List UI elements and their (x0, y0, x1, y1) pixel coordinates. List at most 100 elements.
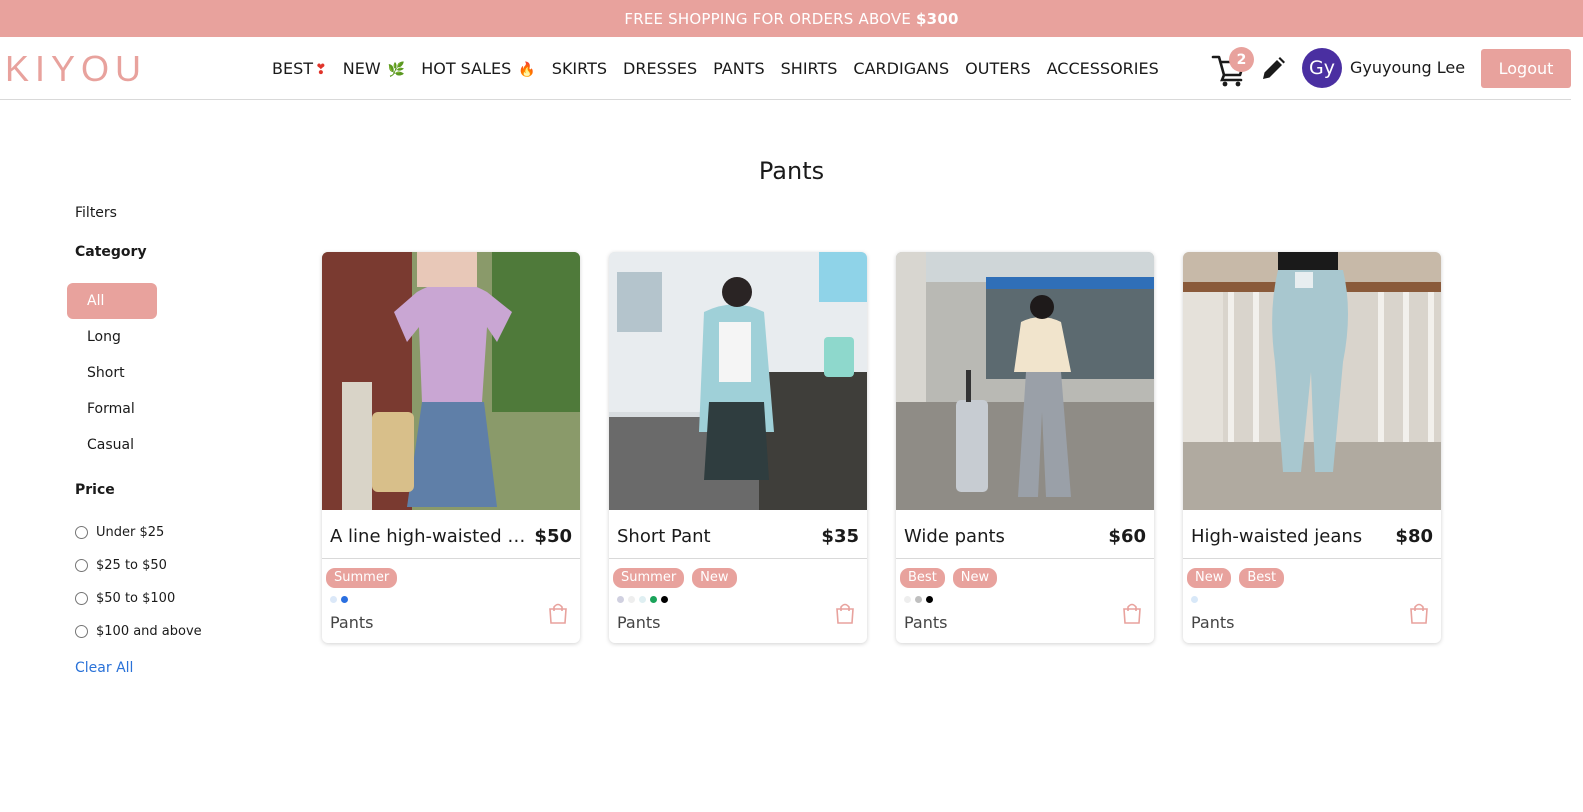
product-name[interactable]: High-waisted jeans (1191, 526, 1362, 547)
promo-banner-amount: $300 (916, 9, 959, 28)
product-category: Pants (617, 613, 661, 632)
product-price: $60 (1108, 525, 1146, 547)
product-title-row: A line high-waisted p... $50 (322, 514, 580, 559)
product-tag: Summer (326, 568, 398, 588)
main-nav: BEST ❣ NEW 🌿 HOT SALES 🔥 SKIRTS DRESSES P… (272, 37, 1175, 100)
promo-banner-text: FREE SHOPPING FOR ORDERS ABOVE (624, 9, 912, 28)
color-swatch[interactable] (915, 596, 922, 603)
color-swatch[interactable] (650, 596, 657, 603)
product-tag: New (692, 568, 737, 588)
color-swatch[interactable] (661, 596, 668, 603)
price-option-under-25[interactable]: Under $25 (75, 516, 202, 549)
nav-item-shirts[interactable]: SHIRTS (781, 59, 838, 78)
price-option-50-to-100[interactable]: $50 to $100 (75, 582, 202, 615)
product-price: $35 (821, 525, 859, 547)
shopping-bag-icon[interactable] (1121, 602, 1143, 624)
nav-item-outers[interactable]: OUTERS (965, 59, 1030, 78)
product-category: Pants (904, 613, 948, 632)
shopping-bag-icon[interactable] (547, 602, 569, 624)
shopping-bag-icon[interactable] (1408, 602, 1430, 624)
product-title-row: High-waisted jeans $80 (1183, 514, 1441, 559)
color-swatches (904, 596, 937, 603)
price-option-label: Under $25 (96, 525, 165, 540)
product-image[interactable] (1183, 252, 1441, 510)
nav-item-skirts[interactable]: SKIRTS (552, 59, 607, 78)
product-tags: Summer New (613, 568, 745, 588)
pencil-icon[interactable] (1260, 56, 1286, 82)
product-card[interactable]: Wide pants $60 Best New Pants (896, 252, 1154, 643)
color-swatches (330, 596, 352, 603)
promo-banner: FREE SHOPPING FOR ORDERS ABOVE $300 (0, 0, 1583, 37)
fire-icon: 🔥 (518, 62, 536, 78)
product-tags: Summer (326, 568, 405, 588)
price-option-100-and-above[interactable]: $100 and above (75, 615, 202, 648)
price-option-label: $100 and above (96, 624, 202, 639)
product-category: Pants (330, 613, 374, 632)
color-swatch[interactable] (926, 596, 933, 603)
product-tag: Summer (613, 568, 685, 588)
product-image[interactable] (896, 252, 1154, 510)
color-swatch[interactable] (617, 596, 624, 603)
page-title: Pants (758, 157, 825, 185)
color-swatch[interactable] (341, 596, 348, 603)
nav-item-hot-sales[interactable]: HOT SALES 🔥 (421, 59, 536, 78)
nav-item-best[interactable]: BEST ❣ (272, 59, 327, 78)
price-radio[interactable] (75, 526, 88, 539)
product-price: $50 (534, 525, 572, 547)
category-item-long[interactable]: Long (67, 319, 157, 355)
category-item-casual[interactable]: Casual (67, 427, 157, 463)
price-radio[interactable] (75, 559, 88, 572)
category-list: All Long Short Formal Casual (67, 283, 157, 463)
category-item-formal[interactable]: Formal (67, 391, 157, 427)
heart-icon: ❣ (315, 62, 327, 78)
nav-item-accessories[interactable]: ACCESSORIES (1047, 59, 1159, 78)
product-title-row: Short Pant $35 (609, 514, 867, 559)
color-swatch[interactable] (1191, 596, 1198, 603)
shopping-bag-icon[interactable] (834, 602, 856, 624)
color-swatch[interactable] (330, 596, 337, 603)
price-filter-list: Under $25 $25 to $50 $50 to $100 $100 an… (75, 516, 202, 648)
site-header: KIYOU BEST ❣ NEW 🌿 HOT SALES 🔥 SKIRTS DRE… (0, 37, 1571, 100)
site-logo[interactable]: KIYOU (5, 48, 147, 90)
clear-all-link[interactable]: Clear All (75, 660, 133, 676)
color-swatch[interactable] (639, 596, 646, 603)
product-title-row: Wide pants $60 (896, 514, 1154, 559)
nav-item-label: HOT SALES (421, 59, 512, 78)
product-tag: Best (1239, 568, 1285, 588)
price-option-label: $25 to $50 (96, 558, 167, 573)
username[interactable]: Gyuyoung Lee (1350, 58, 1465, 77)
product-image[interactable] (322, 252, 580, 510)
product-tags: New Best (1187, 568, 1292, 588)
product-tag: Best (900, 568, 945, 588)
nav-item-new[interactable]: NEW 🌿 (343, 59, 405, 78)
product-card[interactable]: A line high-waisted p... $50 Summer Pant… (322, 252, 580, 643)
price-option-25-to-50[interactable]: $25 to $50 (75, 549, 202, 582)
nav-item-pants[interactable]: PANTS (713, 59, 764, 78)
price-option-label: $50 to $100 (96, 591, 176, 606)
category-item-all[interactable]: All (67, 283, 157, 319)
filters-heading: Filters (75, 205, 117, 221)
nav-item-cardigans[interactable]: CARDIGANS (853, 59, 949, 78)
price-radio[interactable] (75, 625, 88, 638)
product-image[interactable] (609, 252, 867, 510)
category-item-short[interactable]: Short (67, 355, 157, 391)
cart-count-badge: 2 (1229, 47, 1254, 72)
nav-item-label: BEST (272, 59, 314, 78)
nav-item-dresses[interactable]: DRESSES (623, 59, 697, 78)
product-card[interactable]: High-waisted jeans $80 New Best Pants (1183, 252, 1441, 643)
product-name[interactable]: Short Pant (617, 526, 711, 547)
color-swatch[interactable] (628, 596, 635, 603)
product-category: Pants (1191, 613, 1235, 632)
color-swatches (1191, 596, 1202, 603)
product-tag: New (952, 568, 998, 588)
product-name[interactable]: A line high-waisted p... (330, 526, 530, 547)
product-name[interactable]: Wide pants (904, 526, 1005, 547)
product-tag: New (1187, 568, 1232, 588)
color-swatch[interactable] (904, 596, 911, 603)
product-card[interactable]: Short Pant $35 Summer New Pants (609, 252, 867, 643)
avatar[interactable]: Gy (1302, 48, 1342, 88)
price-radio[interactable] (75, 592, 88, 605)
category-heading: Category (75, 244, 147, 260)
logout-button[interactable]: Logout (1481, 49, 1571, 88)
leaf-icon: 🌿 (387, 62, 406, 78)
